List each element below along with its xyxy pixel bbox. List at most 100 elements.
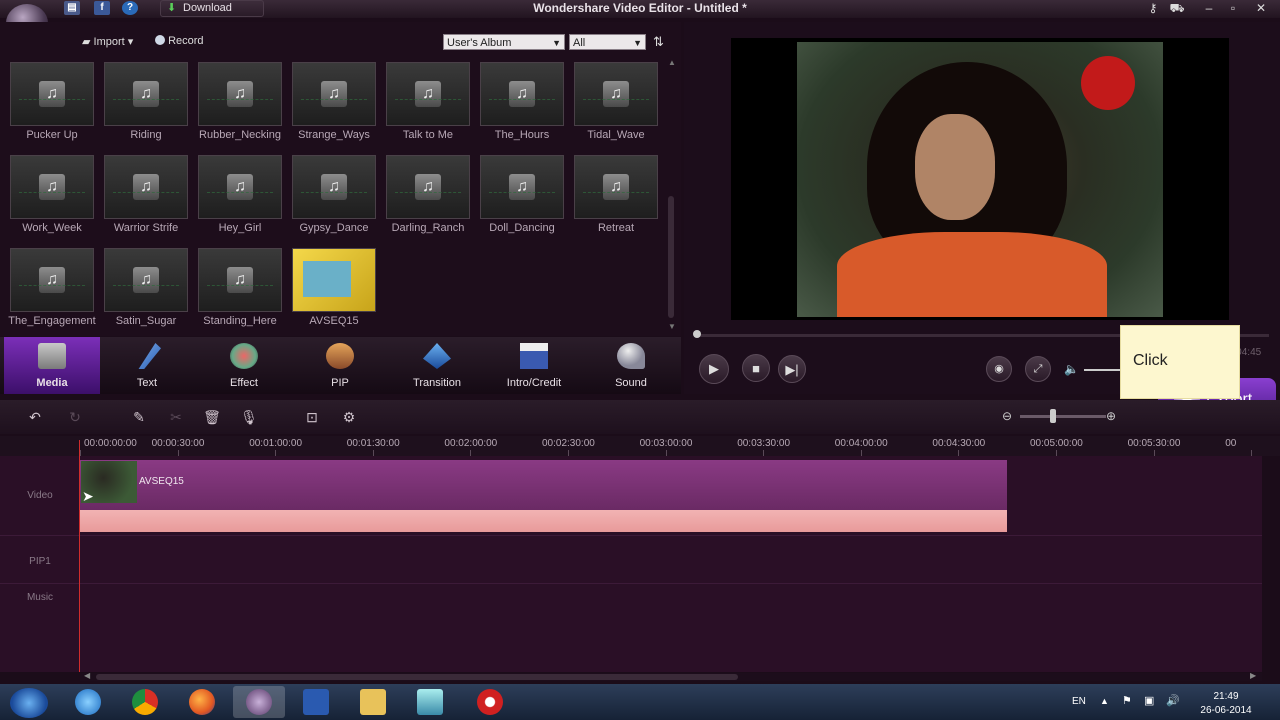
taskbar-video-editor[interactable] [233, 686, 285, 718]
sort-icon[interactable]: ⇅ [653, 34, 664, 50]
maximize-button[interactable]: ▫ [1224, 1, 1242, 15]
taskbar-app[interactable] [404, 686, 456, 718]
preview-progress-knob[interactable] [693, 330, 701, 338]
firefox-icon [189, 689, 215, 715]
import-button[interactable]: ▰ Import ▾ [82, 35, 133, 48]
stop-button[interactable]: ■ [742, 354, 770, 382]
taskbar-explorer[interactable] [347, 686, 399, 718]
fullscreen-button[interactable]: ⤢ [1025, 356, 1051, 382]
media-thumbnail[interactable]: ♫ [10, 248, 94, 312]
scroll-right-icon[interactable]: ▶ [1250, 671, 1256, 680]
video-editor-icon [246, 689, 272, 715]
scroll-up-icon[interactable]: ▲ [668, 58, 676, 67]
media-item-label: The_Engagement [8, 315, 96, 327]
tab-media[interactable]: Media [4, 337, 100, 394]
speaker-icon[interactable]: 🔊 [1166, 694, 1180, 707]
voiceover-icon[interactable]: 🎙 [240, 408, 258, 426]
media-thumbnail[interactable]: ♫ [292, 155, 376, 219]
tray-expand-icon[interactable]: ▲ [1100, 696, 1109, 706]
taskbar-recorder[interactable] [464, 686, 516, 718]
ruler-tick-label: 00:00:30:00 [151, 438, 205, 449]
audio-clip[interactable] [80, 510, 1007, 532]
crop-icon[interactable]: ⊡ [303, 408, 321, 426]
edit-icon[interactable]: ✎ [130, 408, 148, 426]
scroll-down-icon[interactable]: ▼ [668, 322, 676, 331]
start-button[interactable] [10, 688, 48, 718]
media-thumbnail[interactable]: ♫ [480, 62, 564, 126]
media-thumbnail[interactable]: ♫ [480, 155, 564, 219]
tab-pip[interactable]: PIP [292, 337, 388, 394]
minimize-button[interactable]: ‒ [1200, 1, 1218, 15]
media-thumbnail[interactable]: ♫ [198, 62, 282, 126]
chevron-down-icon: ▼ [552, 38, 561, 48]
media-thumbnail[interactable]: ♫ [574, 62, 658, 126]
media-thumbnail[interactable]: ♫ [386, 62, 470, 126]
tab-intro-credit[interactable]: Intro/Credit [486, 337, 582, 394]
waveform-icon [207, 99, 273, 106]
snapshot-button[interactable]: ◉ [986, 356, 1012, 382]
taskbar-word[interactable] [290, 686, 342, 718]
ruler-tick-label: 00:05:30:00 [1127, 438, 1181, 449]
ruler-tick-label: 00:01:00:00 [249, 438, 303, 449]
clock[interactable]: 21:49 26-06-2014 [1196, 690, 1256, 718]
video-clip[interactable] [80, 460, 1007, 510]
scroll-left-icon[interactable]: ◀ [84, 671, 90, 680]
media-thumbnail[interactable]: ♫ [104, 248, 188, 312]
music-track-label: Music [26, 592, 54, 603]
pip-icon [326, 343, 354, 369]
media-thumbnail[interactable] [292, 248, 376, 312]
network-icon[interactable]: ▣ [1144, 694, 1154, 707]
media-thumbnail[interactable]: ♫ [386, 155, 470, 219]
record-button[interactable]: Record [155, 35, 204, 47]
playhead[interactable] [79, 440, 80, 672]
waveform-icon [19, 99, 85, 106]
media-thumbnail[interactable]: ♫ [104, 155, 188, 219]
redo-icon[interactable]: ↻ [66, 408, 84, 426]
tab-sound[interactable]: Sound [583, 337, 679, 394]
media-thumbnail[interactable]: ♫ [292, 62, 376, 126]
tab-text[interactable]: Text [99, 337, 195, 394]
taskbar-chrome[interactable] [119, 686, 171, 718]
clock-date: 26-06-2014 [1200, 705, 1252, 716]
media-item-label: Warrior Strife [113, 222, 179, 234]
flag-icon[interactable]: ⚑ [1122, 694, 1132, 707]
next-frame-button[interactable]: ▶| [778, 355, 806, 383]
language-indicator[interactable]: EN [1072, 696, 1086, 707]
media-thumbnail[interactable]: ♫ [10, 155, 94, 219]
scrollbar-thumb[interactable] [668, 196, 674, 318]
undo-icon[interactable]: ↶ [26, 408, 44, 426]
key-icon[interactable]: ⚷ [1144, 1, 1162, 15]
click-tooltip: Click [1120, 325, 1240, 399]
taskbar-ie[interactable] [62, 686, 114, 718]
filter-select[interactable]: All ▼ [569, 34, 646, 50]
tab-transition[interactable]: Transition [389, 337, 485, 394]
zoom-in-icon[interactable]: ⊕ [1106, 409, 1116, 423]
media-item-label: Tidal_Wave [587, 129, 645, 141]
timeline-scroll-thumb[interactable] [96, 674, 738, 680]
zoom-slider[interactable] [1020, 415, 1106, 418]
close-button[interactable]: ✕ [1252, 1, 1270, 15]
waveform-icon [583, 99, 649, 106]
folder-icon [360, 689, 386, 715]
microphone-icon [617, 343, 645, 369]
album-select[interactable]: User's Album ▼ [443, 34, 565, 50]
chevron-down-icon: ▼ [633, 38, 642, 48]
cart-icon[interactable]: ⛟ [1168, 1, 1186, 17]
zoom-knob[interactable] [1050, 409, 1056, 423]
delete-icon[interactable]: 🗑 [203, 408, 221, 426]
volume-slider[interactable] [1084, 369, 1124, 371]
video-track-label: Video [27, 490, 53, 501]
taskbar-firefox[interactable] [176, 686, 228, 718]
tab-effect[interactable]: Effect [196, 337, 292, 394]
waveform-icon [395, 99, 461, 106]
settings-icon[interactable]: ⚙ [340, 408, 358, 426]
media-thumbnail[interactable]: ♫ [574, 155, 658, 219]
media-thumbnail[interactable]: ♫ [104, 62, 188, 126]
play-button[interactable]: ▶ [699, 354, 729, 384]
media-thumbnail[interactable]: ♫ [198, 248, 282, 312]
cut-icon[interactable]: ✂ [167, 408, 185, 426]
volume-icon[interactable]: 🔈 [1064, 362, 1079, 376]
media-thumbnail[interactable]: ♫ [198, 155, 282, 219]
media-thumbnail[interactable]: ♫ [10, 62, 94, 126]
zoom-out-icon[interactable]: ⊖ [1002, 409, 1012, 423]
